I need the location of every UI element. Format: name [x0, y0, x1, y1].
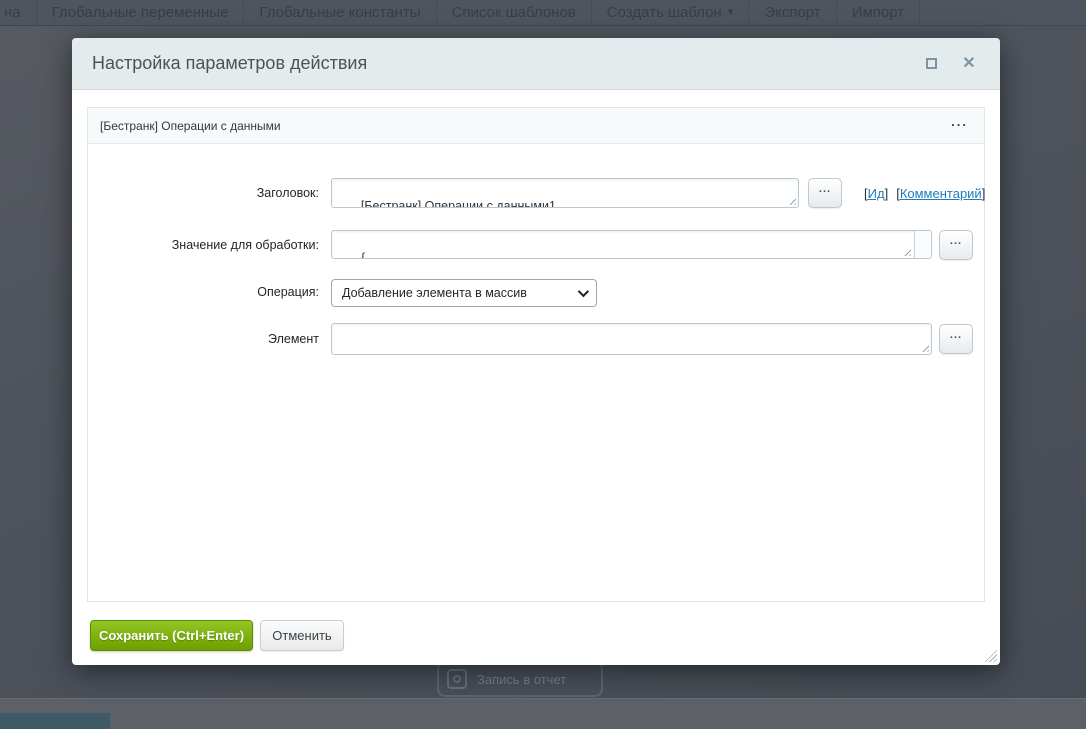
nav-item-partial[interactable]: на	[0, 0, 37, 26]
element-input[interactable]	[331, 323, 932, 355]
maximize-icon	[926, 58, 937, 69]
nav-item-global-constants[interactable]: Глобальные константы	[244, 0, 436, 26]
action-panel-title: [Бестранк] Операции с данными	[100, 119, 281, 133]
dialog-title: Настройка параметров действия	[92, 53, 367, 74]
id-link-wrap: [Ид]	[864, 186, 888, 201]
bottom-panel-tab[interactable]	[0, 713, 110, 729]
title-extra-links: [Ид] [Комментарий]	[864, 178, 985, 208]
close-icon: ✕	[962, 56, 975, 72]
report-node-icon	[447, 669, 467, 689]
operation-select[interactable]: Добавление элемента в массив	[331, 279, 597, 307]
title-input[interactable]: [Бестранк] Операции с данными1	[331, 178, 799, 208]
flow-node-report-write[interactable]: Запись в отчет	[437, 661, 603, 697]
element-label: Элемент	[88, 323, 319, 355]
chevron-down-icon	[578, 286, 589, 297]
action-settings-dialog: Настройка параметров действия ✕ [Бестран…	[72, 38, 1000, 665]
resize-grip-icon[interactable]	[920, 343, 929, 352]
id-link[interactable]: Ид	[868, 186, 885, 201]
flow-node-label: Запись в отчет	[477, 672, 566, 687]
bottom-panel	[0, 699, 1086, 729]
nav-item-template-list[interactable]: Список шаблонов	[437, 0, 592, 26]
resize-grip-icon[interactable]	[787, 196, 796, 205]
comment-link-wrap: [Комментарий]	[896, 186, 985, 201]
caret-down-icon: ▾	[728, 7, 734, 18]
dialog-header: Настройка параметров действия ✕	[72, 38, 1000, 90]
nav-item-global-variables[interactable]: Глобальные переменные	[37, 0, 245, 26]
element-picker-button[interactable]: ...	[939, 324, 973, 354]
value-scrollbar[interactable]	[914, 231, 931, 258]
nav-item-import[interactable]: Импорт	[837, 0, 920, 26]
comment-link[interactable]: Комментарий	[900, 186, 982, 201]
dialog-resize-grip[interactable]	[983, 648, 997, 662]
value-label: Значение для обработки:	[88, 230, 319, 260]
save-button[interactable]: Сохранить (Ctrl+Enter)	[90, 620, 253, 651]
panel-menu-button[interactable]: ...	[947, 119, 972, 132]
title-picker-button[interactable]: ...	[808, 178, 842, 208]
spellcheck-flagged-text: [Бестранк]	[361, 199, 421, 208]
action-panel: [Бестранк] Операции с данными ... Заголо…	[87, 107, 985, 602]
nav-item-export[interactable]: Экспорт	[749, 0, 836, 26]
maximize-button[interactable]	[920, 53, 942, 75]
operation-selected-value: Добавление элемента в массив	[342, 286, 527, 300]
action-panel-header: [Бестранк] Операции с данными ...	[88, 108, 984, 144]
value-picker-button[interactable]: ...	[939, 230, 973, 260]
close-button[interactable]: ✕	[958, 53, 980, 75]
cancel-button[interactable]: Отменить	[260, 620, 344, 651]
title-label: Заголовок:	[88, 178, 319, 208]
top-navbar: на Глобальные переменные Глобальные конс…	[0, 0, 1086, 26]
nav-item-create-template[interactable]: Создать шаблон ▾	[592, 0, 750, 26]
operation-label: Операция:	[88, 278, 319, 306]
value-input[interactable]: {	[331, 230, 932, 259]
resize-grip-icon[interactable]	[902, 247, 911, 256]
